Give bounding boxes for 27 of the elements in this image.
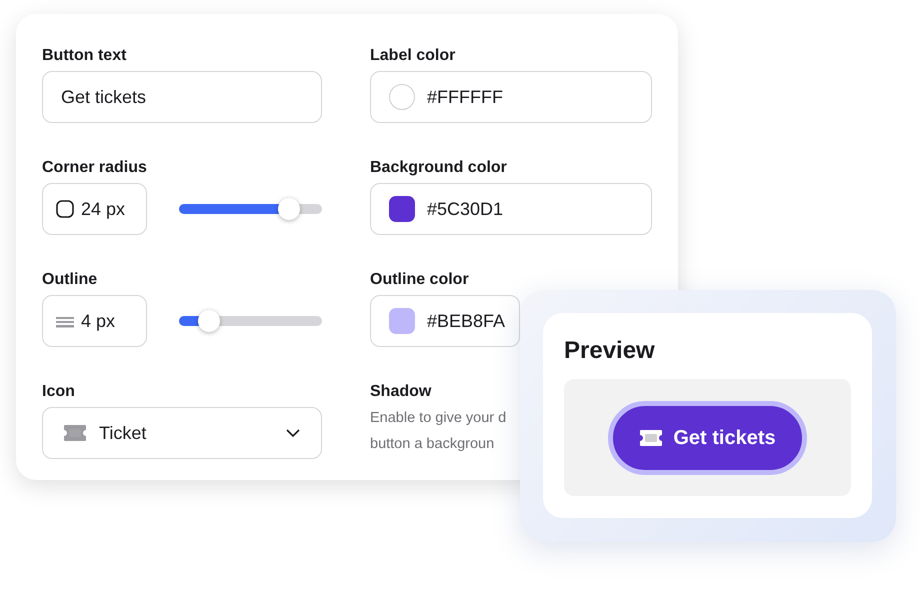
color-field[interactable]: #FFFFFF [370,71,652,123]
field-value: 24 px [81,198,126,221]
ticket-icon [639,428,664,446]
field-label: Shadow [370,383,432,401]
slider-thumb[interactable] [198,310,220,332]
slider-thumb[interactable] [278,198,300,220]
icon-dropdown[interactable]: Ticket [42,407,322,459]
color-field[interactable]: #5C30D1 [370,183,652,235]
number-field[interactable]: 4 px [42,295,147,347]
field-label: Label color [370,47,456,65]
field-label: Outline color [370,271,469,289]
ticket-icon [63,424,87,442]
field-label: Background color [370,159,507,177]
field-label: Corner radius [42,159,147,177]
field-value: 4 px [81,310,116,333]
preview-title: Preview [564,337,655,365]
number-field[interactable]: 24 px [42,183,147,235]
text-field[interactable]: Get tickets [42,71,322,123]
preview-button[interactable]: Get tickets [608,400,807,474]
shadow-description: Enable to give your d button a backgroun [370,409,506,454]
dropdown-value: Ticket [99,422,146,444]
chevron-down-icon [285,428,301,438]
color-field[interactable]: #BEB8FA [370,295,520,347]
field-label: Icon [42,383,75,401]
rounded-square-icon [55,199,75,219]
field-label: Outline [42,271,98,289]
field-label: Button text [42,47,126,65]
